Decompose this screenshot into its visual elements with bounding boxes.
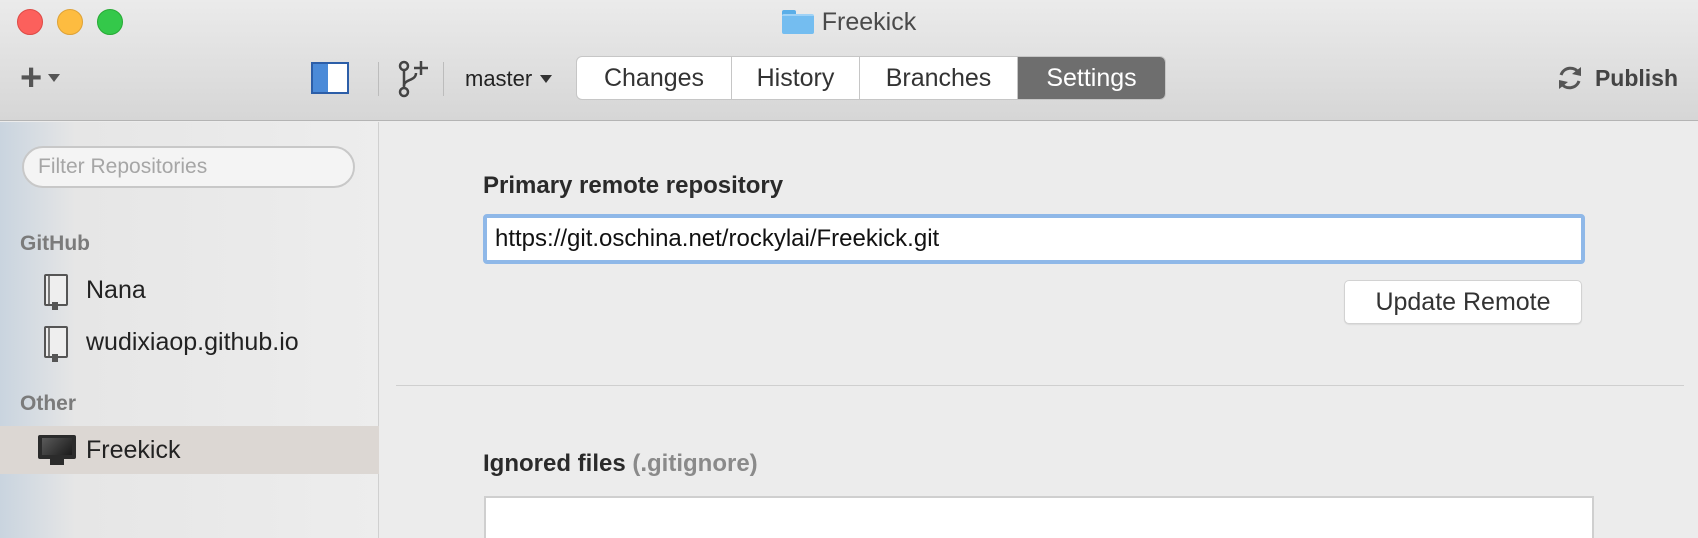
tab-branches[interactable]: Branches (860, 57, 1018, 99)
toolbar-divider (443, 62, 444, 96)
update-remote-button[interactable]: Update Remote (1344, 280, 1582, 324)
toolbar-divider (378, 62, 379, 96)
sync-icon (1558, 66, 1581, 90)
monitor-icon (38, 435, 76, 465)
git-branch-add-icon[interactable] (396, 59, 430, 99)
group-label-github: GitHub (20, 232, 90, 255)
filter-repositories-input[interactable] (22, 146, 355, 188)
repo-name: wudixiaop.github.io (86, 327, 299, 356)
group-label-other: Other (20, 392, 77, 415)
window-title: Freekick (0, 7, 1698, 37)
window-title-text: Freekick (821, 7, 917, 36)
tab-changes[interactable]: Changes (577, 57, 732, 99)
plus-icon: + (20, 57, 43, 99)
chevron-down-icon (540, 75, 553, 83)
repo-book-icon (44, 326, 68, 362)
chevron-down-icon (48, 74, 61, 82)
folder-icon (781, 10, 814, 34)
title-toolbar: Freekick + master Changes History Branch… (0, 0, 1698, 121)
branch-name: master (465, 66, 533, 91)
publish-label: Publish (1594, 64, 1678, 91)
repo-book-icon (44, 274, 68, 310)
sidebar-toggle-icon[interactable] (311, 62, 349, 94)
tab-settings[interactable]: Settings (1018, 57, 1165, 99)
publish-button[interactable]: Publish (1555, 60, 1678, 96)
remote-section-title: Primary remote repository (483, 172, 784, 199)
add-repository-button[interactable]: + (20, 57, 76, 99)
section-divider (396, 385, 1684, 386)
ignored-title-suffix: (.gitignore) (632, 450, 758, 477)
ignored-title-text: Ignored files (483, 450, 626, 477)
gitignore-editor[interactable] (484, 496, 1594, 538)
repo-name: Freekick (86, 435, 181, 464)
repository-sidebar: GitHub Nana wudixiaop.github.io Other Fr… (0, 122, 379, 538)
sidebar-item-wudixiaop[interactable]: wudixiaop.github.io (0, 318, 379, 366)
branch-selector[interactable]: master (465, 63, 553, 95)
sidebar-item-freekick[interactable]: Freekick (0, 426, 379, 474)
sidebar-item-nana[interactable]: Nana (0, 266, 379, 314)
settings-panel: Primary remote repository Update Remote … (380, 122, 1698, 538)
tab-history[interactable]: History (732, 57, 860, 99)
ignored-section-title: Ignored files (.gitignore) (483, 450, 758, 478)
repo-name: Nana (86, 275, 146, 304)
view-tabs: Changes History Branches Settings (576, 56, 1166, 100)
remote-url-input[interactable] (483, 214, 1585, 264)
